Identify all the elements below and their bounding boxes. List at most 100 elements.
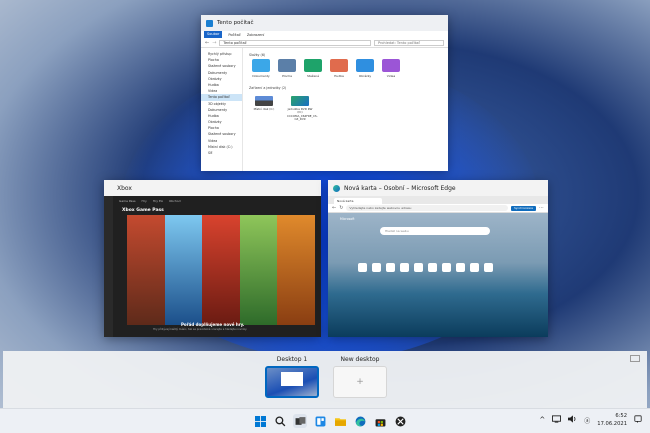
explorer-address-bar[interactable]: Tento počítač — [219, 39, 371, 46]
clock[interactable]: 6:52 17.06.2021 — [597, 412, 627, 428]
xbox-window[interactable]: Xbox Game Pass Hry Hry EA Obchod Xbox Ga… — [104, 180, 321, 337]
explorer-titlebar[interactable]: Tento počítač — [201, 15, 448, 31]
dvd-drive-icon — [291, 96, 309, 106]
xbox-subcaption: Hry přibývají každý měsíc, tak se pravid… — [153, 328, 248, 331]
ribbon-tab-view[interactable]: Zobrazení — [247, 33, 265, 37]
drive-dvd[interactable]: Jednotka DVD RW (D:) CCCOMA_X64FRE_CS-CZ… — [287, 96, 318, 122]
new-desktop[interactable]: New desktop + — [333, 356, 387, 398]
notifications-icon[interactable] — [634, 415, 642, 425]
explorer-address-row: ← → Tento počítač Prohledat: Tento počít… — [201, 38, 448, 48]
folder-music[interactable]: Hudba — [329, 59, 349, 78]
new-desktop-label: New desktop — [340, 356, 380, 363]
edge-address-bar[interactable]: Vyhledejte nebo zadejte webovou adresu — [346, 205, 509, 211]
edge-search-input[interactable]: Hledat na webu — [380, 227, 490, 235]
explorer-content: Složky (6) Dokumenty Plocha Stažené Hudb… — [243, 48, 448, 171]
computer-icon — [206, 19, 213, 27]
quick-link-tile[interactable] — [442, 263, 451, 272]
xbox-title: Xbox — [117, 184, 132, 192]
explorer-ribbon: Soubor Počítač Zobrazení — [201, 31, 448, 38]
store-icon[interactable] — [373, 414, 387, 428]
system-tray: ^ ⓐ 6:52 17.06.2021 — [539, 412, 642, 428]
clock-date: 17.06.2021 — [597, 421, 627, 427]
xbox-heading: Xbox Game Pass — [122, 208, 164, 213]
xbox-nav: Game Pass Hry Hry EA Obchod — [119, 199, 315, 205]
edge-sync-button[interactable]: Synchronizace — [511, 205, 536, 211]
quick-link-tile[interactable] — [386, 263, 395, 272]
forward-arrow-icon[interactable]: → — [212, 40, 216, 46]
xbox-nav-item[interactable]: Obchod — [169, 199, 181, 205]
task-view-icon[interactable] — [293, 414, 307, 428]
xbox-nav-item[interactable]: Hry — [142, 199, 147, 205]
edge-window[interactable]: Nová karta – Osobní – Microsoft Edge Nov… — [328, 180, 548, 337]
folder-desktop[interactable]: Plocha — [277, 59, 297, 78]
more-options-icon[interactable]: ⋯ — [539, 205, 544, 211]
edge-toolbar: ← ↻ Vyhledejte nebo zadejte webovou adre… — [328, 204, 548, 213]
quick-link-tile[interactable] — [456, 263, 465, 272]
ribbon-tab-computer[interactable]: Počítač — [228, 33, 240, 37]
microsoft-logo: Microsoft — [340, 217, 355, 221]
clock-time: 6:52 — [615, 413, 627, 419]
desktop-1[interactable]: Desktop 1 — [265, 356, 319, 398]
back-arrow-icon[interactable]: ← — [205, 40, 209, 46]
quick-link-tile[interactable] — [414, 263, 423, 272]
folder-icon — [304, 59, 322, 72]
back-arrow-icon[interactable]: ← — [332, 205, 336, 211]
xbox-icon[interactable] — [393, 414, 407, 428]
ribbon-tab-file[interactable]: Soubor — [204, 31, 223, 38]
search-icon[interactable] — [273, 414, 287, 428]
xbox-nav-item[interactable]: Hry EA — [153, 199, 163, 205]
game-art-plants-zombies[interactable] — [239, 215, 278, 325]
volume-icon[interactable] — [568, 415, 577, 425]
virtual-desktops-bar: Desktop 1 New desktop + — [3, 351, 647, 408]
edge-tabstrip: Nová karta — [328, 196, 548, 204]
folder-icon — [356, 59, 374, 72]
quick-link-tile[interactable] — [358, 263, 367, 272]
xbox-caption: Pořád doplňujeme nové hry. — [181, 322, 245, 327]
drive-icon — [255, 96, 273, 106]
quick-link-tile[interactable] — [428, 263, 437, 272]
edge-icon — [333, 184, 340, 192]
language-icon[interactable]: ⓐ — [584, 416, 590, 425]
new-desktop-button[interactable]: + — [333, 366, 387, 398]
game-art-ori[interactable] — [164, 215, 203, 325]
sidebar-item[interactable]: Síť — [201, 150, 242, 156]
refresh-icon[interactable]: ↻ — [339, 205, 343, 211]
taskbar: ^ ⓐ 6:52 17.06.2021 — [0, 408, 650, 433]
xbox-side-rail — [104, 196, 113, 337]
quick-link-tile[interactable] — [372, 263, 381, 272]
game-art-sims[interactable] — [277, 215, 315, 325]
game-art-madden[interactable] — [202, 215, 240, 325]
widgets-icon[interactable] — [313, 414, 327, 428]
explorer-title: Tento počítač — [217, 20, 254, 26]
folder-documents[interactable]: Dokumenty — [251, 59, 271, 78]
xbox-content: Game Pass Hry Hry EA Obchod Xbox Game Pa… — [113, 196, 321, 337]
quick-link-tile[interactable] — [484, 263, 493, 272]
game-pass-artwork[interactable] — [127, 215, 315, 325]
drives-section-header[interactable]: Zařízení a jednotky (2) — [249, 86, 442, 90]
xbox-titlebar[interactable]: Xbox — [104, 180, 321, 196]
folder-icon — [330, 59, 348, 72]
windows-start-icon[interactable] — [253, 414, 267, 428]
folders-section-header[interactable]: Složky (6) — [249, 53, 442, 57]
file-explorer-window[interactable]: Tento počítač Soubor Počítač Zobrazení ←… — [201, 15, 448, 171]
folder-icon — [252, 59, 270, 72]
edge-tab[interactable]: Nová karta — [334, 198, 382, 204]
folder-downloads[interactable]: Stažené — [303, 59, 323, 78]
edge-titlebar[interactable]: Nová karta – Osobní – Microsoft Edge — [328, 180, 548, 196]
folder-pictures[interactable]: Obrázky — [355, 59, 375, 78]
edge-icon[interactable] — [353, 414, 367, 428]
game-art-minecraft[interactable] — [127, 215, 165, 325]
folder-icon — [382, 59, 400, 72]
desktop-1-thumbnail[interactable] — [265, 366, 319, 398]
tray-overflow-chevron-icon[interactable]: ^ — [539, 416, 545, 424]
explorer-search-input[interactable]: Prohledat: Tento počítač — [374, 39, 444, 46]
folder-videos[interactable]: Videa — [381, 59, 401, 78]
xbox-nav-item[interactable]: Game Pass — [119, 199, 136, 205]
edge-new-tab-page: Microsoft Hledat na webu — [328, 213, 548, 337]
quick-link-tile[interactable] — [470, 263, 479, 272]
quick-link-tile[interactable] — [400, 263, 409, 272]
drive-c[interactable]: Místní disk (C:) — [251, 96, 277, 122]
desktop-bar-toggle-icon[interactable] — [630, 355, 640, 362]
network-icon[interactable] — [552, 415, 562, 425]
file-explorer-icon[interactable] — [333, 414, 347, 428]
